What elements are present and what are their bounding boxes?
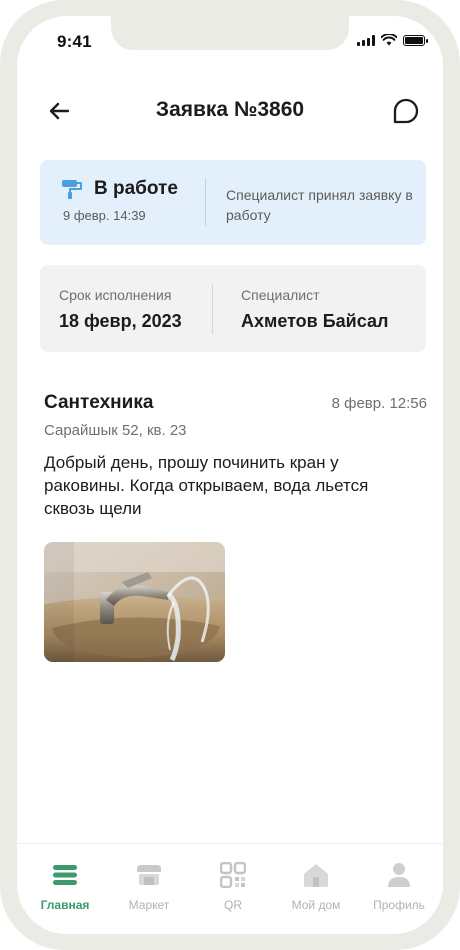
phone-frame: 9:41 Заявка №3860 В работе 9 февр. 14:39… xyxy=(0,0,460,950)
request-address: Сарайшык 52, кв. 23 xyxy=(44,422,187,439)
device-notch xyxy=(111,16,349,50)
status-date: 9 февр. 14:39 xyxy=(63,208,146,223)
tab-market[interactable]: Маркет xyxy=(109,860,189,912)
specialist-value[interactable]: Ахметов Байсал xyxy=(241,311,388,332)
status-block: В работе 9 февр. 14:39 xyxy=(60,178,178,223)
page-title: Заявка №3860 xyxy=(155,98,305,121)
profile-icon xyxy=(388,863,410,887)
status-card: В работе 9 февр. 14:39 Специалист принял… xyxy=(40,160,426,245)
tab-qr-label: QR xyxy=(224,898,242,912)
deadline-block: Срок исполнения 18 февр, 2023 xyxy=(59,287,182,332)
request-text: Добрый день, прошу починить кран у раков… xyxy=(44,453,369,518)
tab-my-home-label: Мой дом xyxy=(291,898,341,912)
chat-bubble-icon xyxy=(393,98,419,124)
market-icon xyxy=(137,865,161,885)
chat-button[interactable] xyxy=(391,96,421,126)
status-description: Специалист принял заявку в работу xyxy=(226,187,413,223)
tab-home[interactable]: Главная xyxy=(25,860,105,912)
deadline-label: Срок исполнения xyxy=(59,287,172,303)
specialist-label: Специалист xyxy=(241,287,320,303)
status-divider xyxy=(205,178,206,226)
tab-qr[interactable]: QR xyxy=(193,860,273,912)
qr-icon xyxy=(220,862,246,888)
tab-home-label: Главная xyxy=(40,898,90,912)
battery-icon xyxy=(403,34,428,46)
info-divider xyxy=(212,284,213,334)
request-details: Сантехника 8 февр. 12:56 Сарайшык 52, кв… xyxy=(44,392,427,662)
info-card: Срок исполнения 18 февр, 2023 Специалист… xyxy=(40,265,426,352)
tab-my-home[interactable]: Мой дом xyxy=(276,860,356,912)
page-header: Заявка №3860 xyxy=(17,92,443,132)
bottom-tab-bar: Главная Маркет QR Мой дом Профиль xyxy=(17,843,443,934)
cellular-signal-icon xyxy=(357,34,375,46)
home-list-icon xyxy=(53,865,77,885)
status-bar-icons xyxy=(357,34,428,46)
deadline-value: 18 февр, 2023 xyxy=(59,311,182,331)
tab-profile[interactable]: Профиль xyxy=(359,860,439,912)
status-label: В работе xyxy=(94,178,178,199)
faucet-photo xyxy=(44,542,225,662)
status-bar-time: 9:41 xyxy=(57,32,92,51)
request-photo[interactable] xyxy=(44,542,225,662)
paint-roller-icon xyxy=(62,180,82,199)
house-icon xyxy=(304,864,328,887)
tab-market-label: Маркет xyxy=(128,898,170,912)
app-screen: 9:41 Заявка №3860 В работе 9 февр. 14:39… xyxy=(17,16,443,934)
tab-profile-label: Профиль xyxy=(373,898,425,912)
specialist-block: Специалист Ахметов Байсал xyxy=(241,287,388,332)
request-date: 8 февр. 12:56 xyxy=(331,395,427,412)
wifi-icon xyxy=(381,34,397,46)
